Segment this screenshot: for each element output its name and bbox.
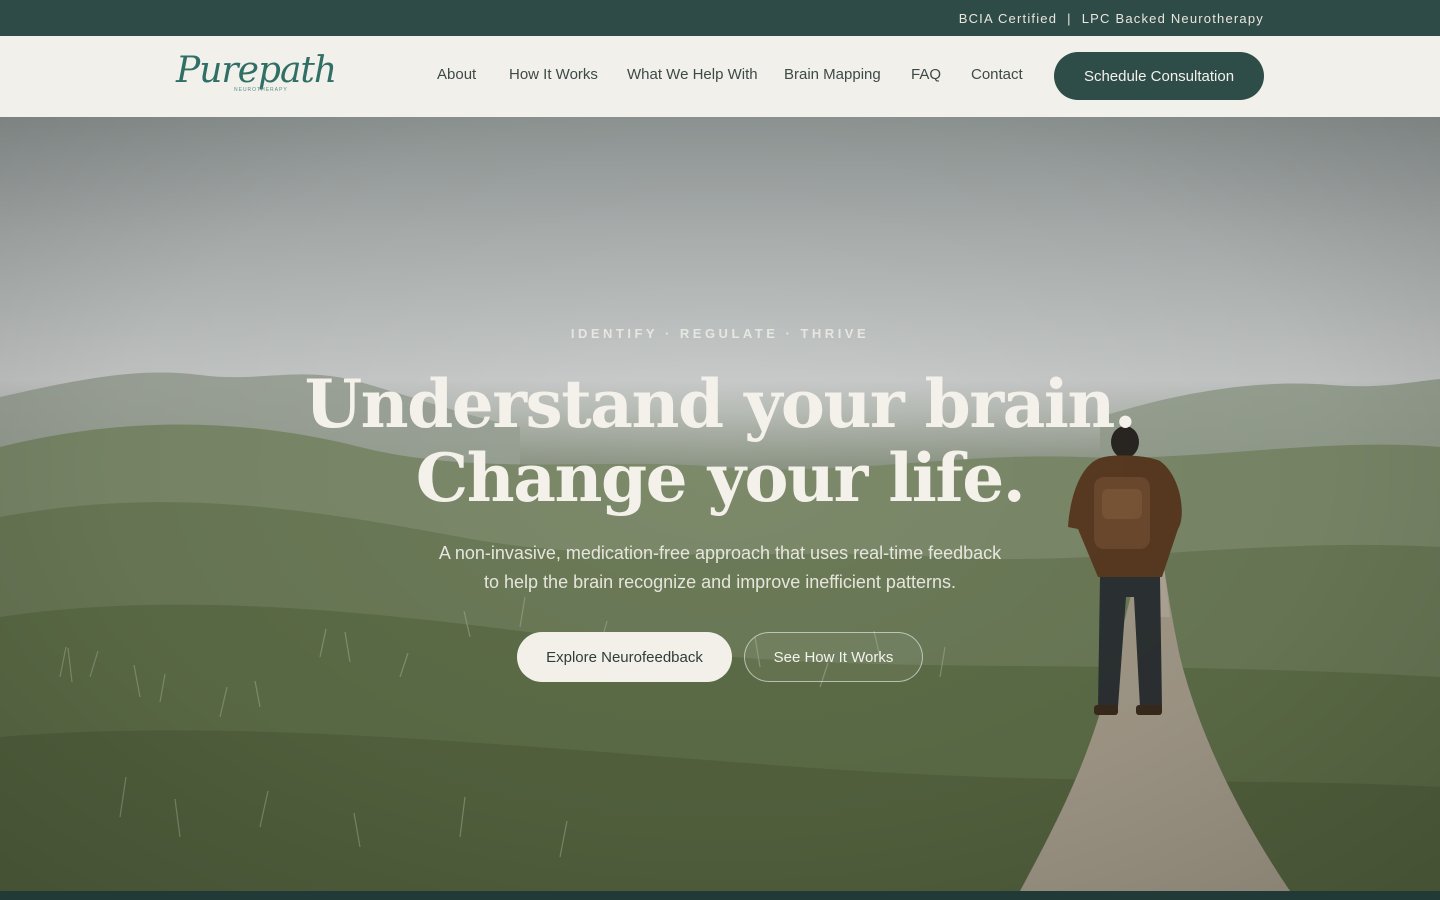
headline-line-2: Change your life. xyxy=(415,439,1026,517)
hero-section: IDENTIFY · REGULATE · THRIVE Understand … xyxy=(0,117,1440,891)
hero-eyebrow: IDENTIFY · REGULATE · THRIVE xyxy=(570,326,870,341)
certification-text: BCIA Certified xyxy=(958,10,1058,26)
hero-subtext: A non-invasive, medication-free approach… xyxy=(420,539,1020,597)
nav-link-about[interactable]: About xyxy=(437,66,476,83)
subtext-line-2: to help the brain recognize and improve … xyxy=(484,572,956,592)
see-how-it-works-button[interactable]: See How It Works xyxy=(744,632,923,682)
backing-text: LPC Backed Neurotherapy xyxy=(1081,10,1264,26)
hero-headline: Understand your brain. Change your life. xyxy=(0,367,1440,515)
schedule-consultation-button[interactable]: Schedule Consultation xyxy=(1054,52,1264,100)
nav-link-brain-mapping[interactable]: Brain Mapping xyxy=(784,66,881,83)
announcement-bar: BCIA Certified | LPC Backed Neurotherapy xyxy=(0,0,1440,36)
nav-link-how-it-works[interactable]: How It Works xyxy=(509,66,598,83)
separator: | xyxy=(1067,10,1072,26)
nav-link-what-we-help-with[interactable]: What We Help With xyxy=(627,66,758,83)
nav-link-contact[interactable]: Contact xyxy=(971,66,1023,83)
subtext-line-1: A non-invasive, medication-free approach… xyxy=(438,543,1002,563)
nav-link-faq[interactable]: FAQ xyxy=(911,66,941,83)
site-header: Purepath NEUROTHERAPY About How It Works… xyxy=(0,36,1440,117)
headline-line-1: Understand your brain. xyxy=(304,365,1137,443)
explore-neurofeedback-button[interactable]: Explore Neurofeedback xyxy=(517,632,732,682)
next-section-edge xyxy=(0,891,1440,900)
